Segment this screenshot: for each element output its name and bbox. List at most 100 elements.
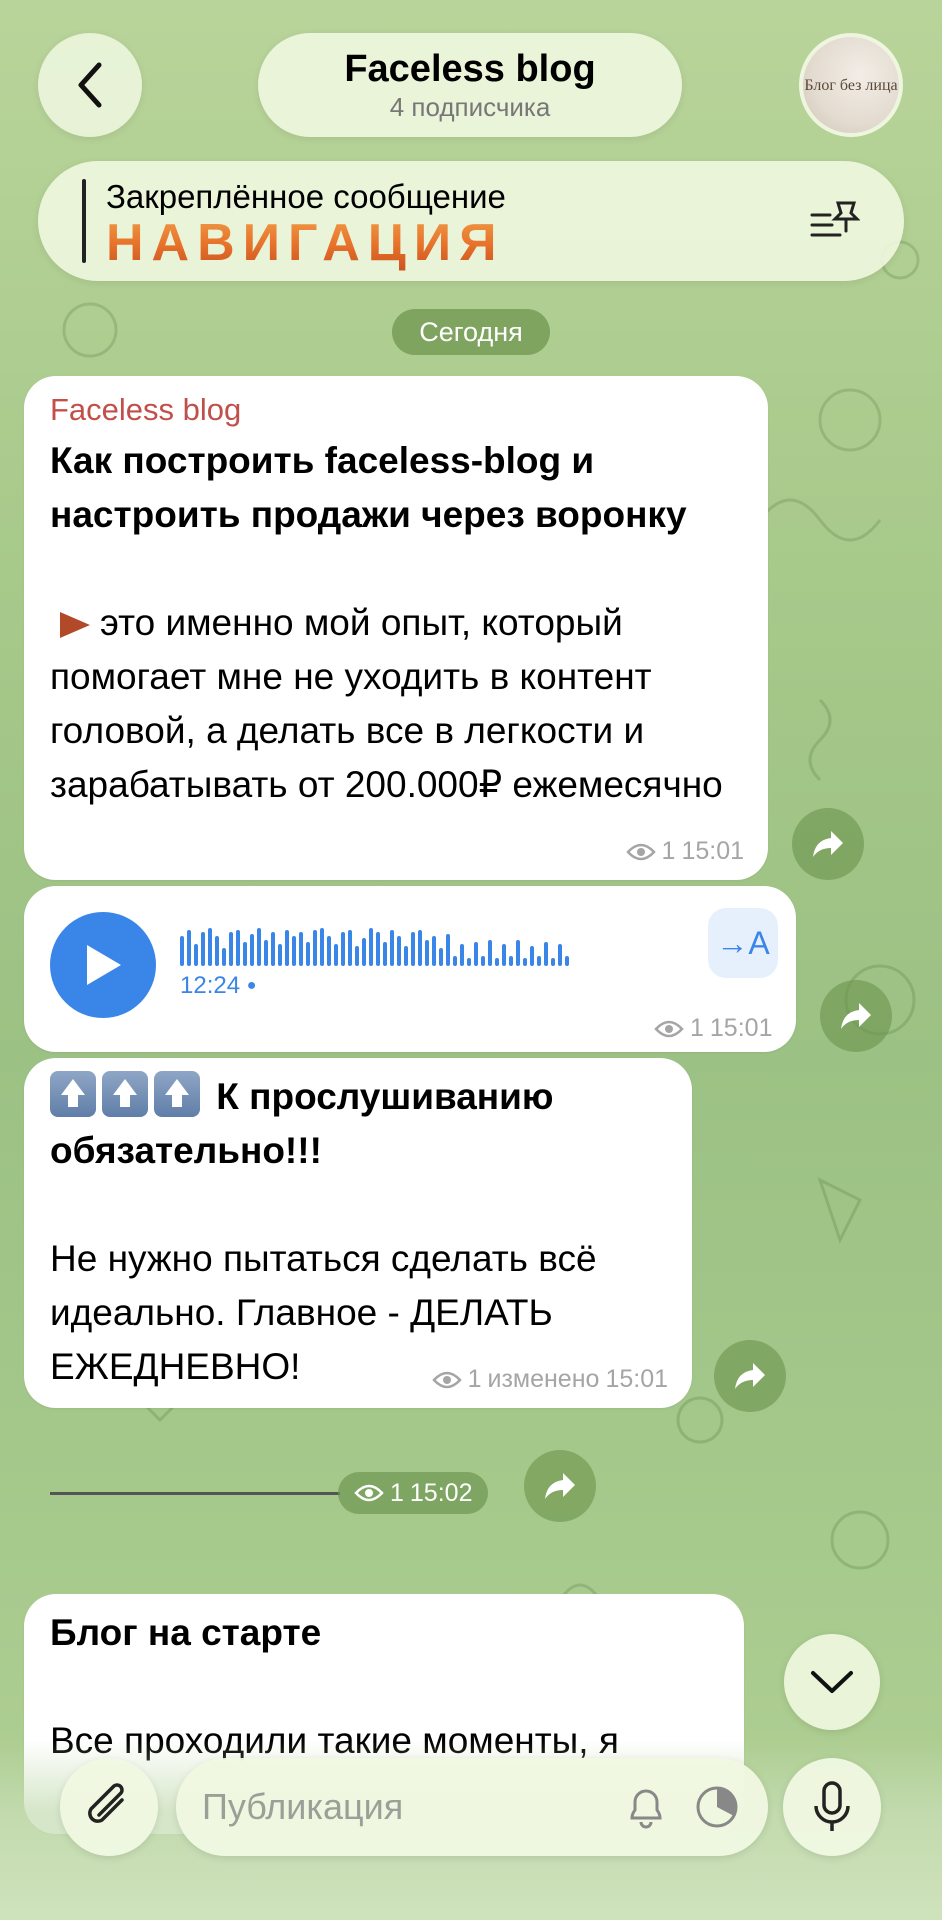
waveform-bar <box>369 928 373 966</box>
microphone-button[interactable] <box>783 1758 881 1856</box>
pinned-title: НАВИГАЦИЯ <box>106 214 505 272</box>
waveform-bar <box>292 936 296 966</box>
message-sender: Faceless blog <box>50 392 242 427</box>
waveform-bar <box>425 940 429 966</box>
waveform-bar <box>509 956 513 966</box>
message-meta: 1 15:02 <box>338 1472 489 1514</box>
waveform-bar <box>565 956 569 966</box>
waveform-bar <box>558 944 562 966</box>
avatar-logo-text: Блог без лица <box>804 76 898 94</box>
waveform-bar <box>390 930 394 966</box>
waveform-bar <box>250 934 254 966</box>
waveform-bar <box>348 930 352 966</box>
message-headline: Блог на старте <box>50 1612 322 1653</box>
waveform-bar <box>306 942 310 966</box>
waveform-bar <box>432 936 436 966</box>
forward-button[interactable] <box>792 808 864 880</box>
waveform-bar <box>439 948 443 966</box>
waveform-bar <box>271 932 275 966</box>
paperclip-icon <box>88 1783 124 1823</box>
waveform-bar <box>194 944 198 966</box>
voice-play-button[interactable] <box>50 912 156 1018</box>
forward-button[interactable] <box>714 1340 786 1412</box>
channel-title: Faceless blog <box>344 48 596 90</box>
chevron-down-icon <box>811 1671 853 1693</box>
pin-list-icon[interactable] <box>810 199 860 243</box>
view-count: 1 <box>390 1478 404 1507</box>
back-button[interactable] <box>38 33 142 137</box>
attach-button[interactable] <box>60 1758 158 1856</box>
transcribe-button[interactable]: →A <box>708 908 778 978</box>
message-body: это именно мой опыт, который помогает мн… <box>50 602 723 805</box>
waveform-bar <box>355 946 359 966</box>
edited-label: изменено <box>487 1365 600 1393</box>
chevron-left-icon <box>78 62 102 108</box>
arrow-up-emoji-icon <box>154 1071 200 1117</box>
forward-button[interactable] <box>524 1450 596 1522</box>
forward-button[interactable] <box>820 980 892 1052</box>
waveform-bar <box>215 936 219 966</box>
waveform-bar <box>257 928 261 966</box>
channel-avatar[interactable]: Блог без лица <box>799 33 903 137</box>
waveform-bar <box>453 956 457 966</box>
share-arrow-icon <box>545 1473 575 1499</box>
waveform-bar <box>530 946 534 966</box>
waveform-bar <box>208 928 212 966</box>
scroll-down-button[interactable] <box>784 1634 880 1730</box>
message-meta: 1 15:01 <box>654 1014 772 1043</box>
eye-icon <box>354 1484 384 1502</box>
waveform-bar <box>418 930 422 966</box>
waveform-bar <box>320 928 324 966</box>
bell-icon[interactable] <box>624 1784 668 1830</box>
waveform-bar <box>243 942 247 966</box>
waveform-bar <box>404 946 408 966</box>
waveform-bar <box>285 930 289 966</box>
voice-waveform[interactable] <box>180 926 569 966</box>
waveform-bar <box>397 936 401 966</box>
waveform-bar <box>474 942 478 966</box>
waveform-bar <box>383 942 387 966</box>
message-time: 15:01 <box>709 1014 773 1042</box>
pinned-label: Закреплённое сообщение <box>106 178 506 215</box>
view-count: 1 <box>690 1014 704 1042</box>
divider-line-message <box>50 1492 340 1495</box>
waveform-bar <box>341 932 345 966</box>
view-count: 1 <box>467 1365 482 1393</box>
waveform-bar <box>523 958 527 966</box>
waveform-bar <box>229 932 233 966</box>
share-arrow-icon <box>813 831 843 857</box>
waveform-bar <box>551 958 555 966</box>
message-input[interactable]: Публикация <box>176 1758 768 1856</box>
message-meta: 1 15:01 <box>625 837 744 866</box>
subscriber-count: 4 подписчика <box>389 92 551 122</box>
waveform-bar <box>362 938 366 966</box>
message-bubble[interactable]: Faceless blog Как построить faceless-blo… <box>24 376 768 880</box>
waveform-bar <box>327 936 331 966</box>
channel-title-pill[interactable]: Faceless blog 4 подписчика <box>258 33 682 137</box>
eye-icon <box>625 843 656 860</box>
message-time: 15:01 <box>681 837 744 865</box>
input-placeholder: Публикация <box>202 1786 404 1827</box>
waveform-bar <box>502 944 506 966</box>
waveform-bar <box>187 930 191 966</box>
waveform-bar <box>481 956 485 966</box>
play-icon <box>87 945 121 985</box>
eye-icon <box>654 1020 684 1037</box>
pinned-message-bar[interactable]: Закреплённое сообщение НАВИГАЦИЯ <box>38 161 904 281</box>
waveform-bar <box>446 934 450 966</box>
waveform-bar <box>544 942 548 966</box>
share-arrow-icon <box>735 1363 765 1389</box>
timer-icon[interactable] <box>694 1784 740 1830</box>
waveform-bar <box>222 948 226 966</box>
waveform-bar <box>313 930 317 966</box>
message-headline: Как построить faceless-blog и настроить … <box>50 440 687 535</box>
waveform-bar <box>516 940 520 966</box>
message-bubble[interactable]: К прослушиванию обязательно!!! Не нужно … <box>24 1058 692 1408</box>
waveform-bar <box>201 932 205 966</box>
waveform-bar <box>236 930 240 966</box>
waveform-bar <box>334 944 338 966</box>
share-arrow-icon <box>841 1003 871 1029</box>
message-time: 15:02 <box>409 1478 473 1507</box>
waveform-bar <box>264 940 268 966</box>
waveform-bar <box>537 956 541 966</box>
